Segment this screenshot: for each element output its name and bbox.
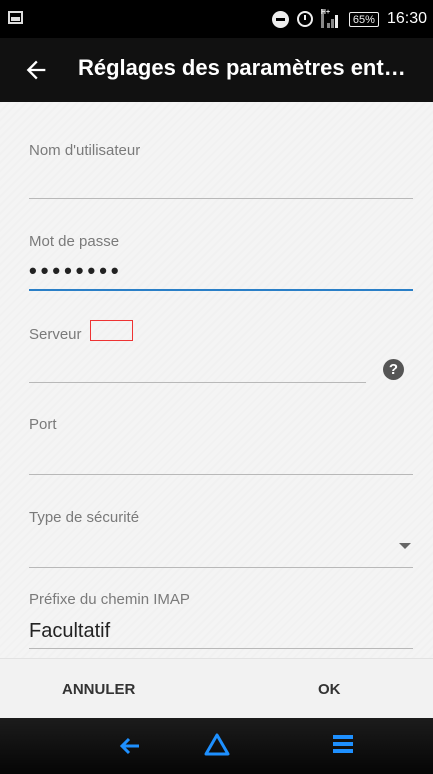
security-type-label: Type de sécurité	[29, 509, 140, 526]
error-highlight-box	[90, 320, 133, 341]
port-underline	[29, 474, 413, 475]
system-navigation-bar	[0, 718, 433, 774]
menu-icon[interactable]	[333, 735, 353, 753]
ok-button[interactable]: OK	[318, 681, 341, 698]
home-icon[interactable]	[203, 732, 231, 758]
do-not-disturb-icon	[271, 10, 289, 28]
signal-icon: H+	[320, 9, 341, 29]
screenshot-icon	[8, 11, 23, 24]
help-icon[interactable]: ?	[383, 359, 404, 380]
imap-prefix-input[interactable]: Facultatif	[29, 620, 110, 643]
imap-prefix-label: Préfixe du chemin IMAP	[29, 591, 190, 608]
password-field[interactable]: ••••••••	[29, 258, 123, 284]
battery-indicator: 65%	[348, 11, 379, 27]
security-type-underline	[29, 567, 413, 568]
nav-back-icon[interactable]	[119, 735, 141, 757]
dropdown-arrow-icon[interactable]	[399, 543, 411, 549]
cancel-button[interactable]: ANNULER	[62, 681, 135, 698]
dialog-actions: ANNULER OK	[0, 658, 433, 719]
username-underline	[29, 198, 413, 199]
app-bar: Réglages des paramètres ent…	[0, 38, 433, 102]
status-bar: H+ 65% 16:30	[0, 0, 433, 38]
status-icons: H+ 65% 16:30	[271, 0, 427, 38]
imap-prefix-underline	[29, 648, 413, 649]
password-underline-focused	[29, 289, 413, 291]
clock: 16:30	[386, 10, 427, 27]
server-label: Serveur	[29, 326, 82, 343]
arrow-left-icon[interactable]	[22, 56, 50, 84]
page-title: Réglages des paramètres ent…	[78, 55, 406, 80]
network-type: H+	[320, 9, 330, 28]
port-label: Port	[29, 416, 57, 433]
alarm-icon	[296, 11, 313, 27]
password-label: Mot de passe	[29, 233, 120, 250]
settings-form: Nom d'utilisateur Mot de passe •••••••• …	[0, 102, 433, 658]
username-label: Nom d'utilisateur	[29, 142, 141, 159]
server-underline	[29, 382, 366, 383]
